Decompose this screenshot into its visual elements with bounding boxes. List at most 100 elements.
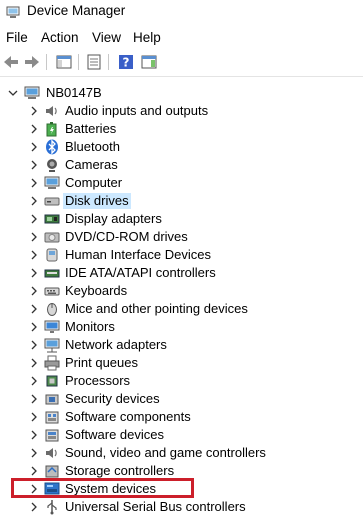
show-hide-console-tree-button[interactable]	[54, 52, 74, 72]
chevron-right-icon[interactable]	[29, 249, 39, 261]
tree-item-print-queues[interactable]: Print queues	[0, 354, 363, 372]
chevron-right-icon[interactable]	[29, 429, 39, 441]
tree-item-label: Universal Serial Bus controllers	[65, 499, 246, 514]
tree-item-batteries[interactable]: Batteries	[0, 120, 363, 138]
toolbar-separator	[46, 54, 47, 70]
tree-item-bluetooth[interactable]: Bluetooth	[0, 138, 363, 156]
mouse-icon	[47, 303, 57, 316]
menu-action[interactable]: Action	[41, 30, 79, 45]
dvd-drive-icon	[44, 232, 60, 243]
tree-item-cameras[interactable]: Cameras	[0, 156, 363, 174]
chevron-right-icon[interactable]	[29, 447, 39, 459]
tree-item-monitors[interactable]: Monitors	[0, 318, 363, 336]
console-tree-icon	[56, 55, 72, 69]
forward-arrow-icon	[25, 56, 39, 68]
network-adapter-icon	[44, 338, 60, 353]
chevron-right-icon[interactable]	[29, 123, 39, 135]
chevron-down-icon[interactable]	[8, 87, 18, 99]
tree-top-border	[0, 76, 363, 77]
storage-controller-icon	[45, 465, 59, 478]
chevron-right-icon[interactable]	[29, 105, 39, 117]
tree-item-label: Network adapters	[65, 337, 167, 352]
tree-item-label: Bluetooth	[65, 139, 120, 154]
chevron-right-icon[interactable]	[29, 231, 39, 243]
tree-item-label: Software components	[65, 409, 191, 424]
chevron-right-icon[interactable]	[29, 465, 39, 477]
chevron-right-icon[interactable]	[29, 501, 39, 513]
keyboard-icon	[44, 287, 60, 296]
tree-item-label: Batteries	[65, 121, 117, 136]
chevron-right-icon[interactable]	[29, 375, 39, 387]
ide-controller-icon	[44, 269, 60, 278]
tree-item-label: DVD/CD-ROM drives	[65, 229, 188, 244]
bluetooth-icon	[46, 139, 58, 155]
forward-button[interactable]	[22, 52, 42, 72]
chevron-right-icon[interactable]	[29, 195, 39, 207]
device-manager-icon	[6, 6, 20, 18]
tree-item-label: IDE ATA/ATAPI controllers	[65, 265, 216, 280]
chevron-right-icon[interactable]	[29, 159, 39, 171]
menu-file[interactable]: File	[6, 30, 28, 45]
monitor-icon	[44, 320, 60, 333]
tree-item-audio-inputs-and-outputs[interactable]: Audio inputs and outputs	[0, 102, 363, 120]
tree-root-row[interactable]: NB0147B	[0, 84, 363, 102]
disk-drive-icon	[44, 197, 60, 206]
menu-view[interactable]: View	[92, 30, 121, 45]
processor-icon	[46, 375, 58, 387]
tree-item-universal-serial-bus-controllers[interactable]: Universal Serial Bus controllers	[0, 498, 363, 516]
usb-icon	[47, 500, 57, 515]
toolbar: ?	[0, 50, 363, 74]
tree-item-label: Print queues	[65, 355, 138, 370]
chevron-right-icon[interactable]	[29, 213, 39, 225]
tree-item-label: Software devices	[65, 427, 164, 442]
tree-item-display-adapters[interactable]: Display adapters	[0, 210, 363, 228]
chevron-right-icon[interactable]	[29, 141, 39, 153]
toolbar-separator	[108, 54, 109, 70]
tree-item-label: Security devices	[65, 391, 160, 406]
tree-item-sound-video-and-game-controllers[interactable]: Sound, video and game controllers	[0, 444, 363, 462]
tree-item-label: Disk drives	[63, 193, 131, 209]
menu-bar: File Action View Help	[0, 28, 363, 48]
help-button[interactable]: ?	[116, 52, 136, 72]
tree-item-label: Processors	[65, 373, 131, 388]
chevron-right-icon[interactable]	[29, 321, 39, 333]
chevron-right-icon[interactable]	[29, 303, 39, 315]
chevron-right-icon[interactable]	[29, 411, 39, 423]
tree-item-ide-ata-atapi-controllers[interactable]: IDE ATA/ATAPI controllers	[0, 264, 363, 282]
action-pane-icon	[141, 55, 157, 69]
chevron-right-icon[interactable]	[29, 339, 39, 351]
menu-help[interactable]: Help	[133, 30, 161, 45]
tree-item-processors[interactable]: Processors	[0, 372, 363, 390]
tree-item-keyboards[interactable]: Keyboards	[0, 282, 363, 300]
properties-button[interactable]	[84, 52, 104, 72]
svg-text:?: ?	[123, 56, 130, 70]
tree-item-label: Sound, video and game controllers	[65, 445, 266, 460]
tree-item-computer[interactable]: Computer	[0, 174, 363, 192]
tree-item-disk-drives[interactable]: Disk drives	[0, 192, 363, 210]
computer-root-icon	[24, 86, 40, 99]
chevron-right-icon[interactable]	[29, 267, 39, 279]
root-label: NB0147B	[46, 85, 102, 100]
chevron-right-icon[interactable]	[29, 177, 39, 189]
chevron-right-icon[interactable]	[29, 393, 39, 405]
tree-item-human-interface-devices[interactable]: Human Interface Devices	[0, 246, 363, 264]
camera-icon	[47, 159, 57, 172]
computer-icon	[44, 176, 60, 189]
tree-item-security-devices[interactable]: Security devices	[0, 390, 363, 408]
tree-item-software-components[interactable]: Software components	[0, 408, 363, 426]
back-button[interactable]	[1, 52, 21, 72]
tree-item-label: Mice and other pointing devices	[65, 301, 248, 316]
chevron-right-icon[interactable]	[29, 285, 39, 297]
action-pane-button[interactable]	[139, 52, 159, 72]
chevron-right-icon[interactable]	[29, 357, 39, 369]
system-devices-highlight-box	[11, 478, 194, 498]
tree-item-network-adapters[interactable]: Network adapters	[0, 336, 363, 354]
tree-item-software-devices[interactable]: Software devices	[0, 426, 363, 444]
security-device-icon	[45, 394, 59, 405]
tree-item-mice-and-other-pointing-devices[interactable]: Mice and other pointing devices	[0, 300, 363, 318]
sound-controller-icon	[46, 448, 57, 458]
properties-icon	[87, 54, 101, 70]
printer-icon	[44, 355, 60, 371]
tree-item-dvd-cd-rom-drives[interactable]: DVD/CD-ROM drives	[0, 228, 363, 246]
tree-item-label: Human Interface Devices	[65, 247, 211, 262]
